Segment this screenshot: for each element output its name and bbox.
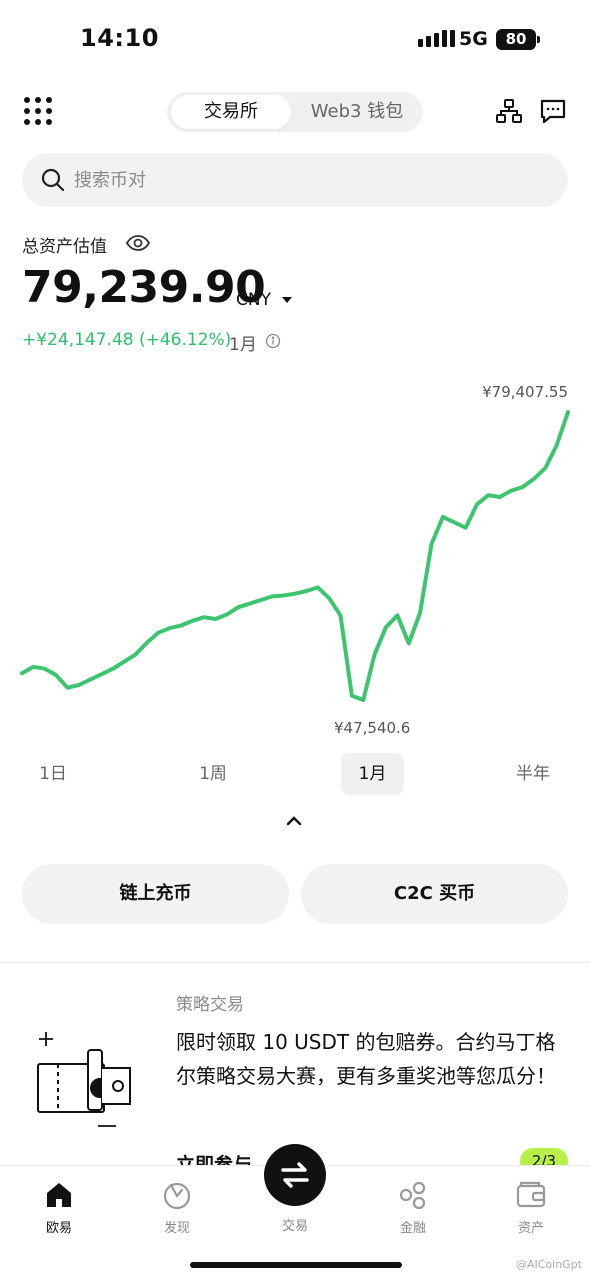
hierarchy-icon[interactable] (494, 96, 524, 126)
c2c-buy-button[interactable]: C2C 买币 (301, 864, 568, 924)
promo-category: 策略交易 (176, 995, 244, 1015)
section-divider (0, 962, 590, 963)
account-mode-switch: 交易所 Web3 钱包 (167, 92, 423, 132)
home-icon (47, 1183, 71, 1207)
pnl-value: +¥24,147.48 (+46.12%) (22, 330, 232, 350)
info-icon[interactable] (265, 333, 281, 349)
pnl-period: 1月 (229, 335, 257, 355)
trade-swap-button[interactable] (264, 1144, 326, 1206)
nav-label: 资产 (517, 1221, 544, 1236)
network-label: 5G (459, 28, 488, 50)
grid-menu-icon[interactable] (24, 97, 52, 125)
coupon-illustration-icon (37, 1032, 131, 1127)
asset-line-chart (20, 410, 570, 702)
total-assets-value: 79,239.90 (22, 262, 266, 313)
nav-label: 欧易 (45, 1221, 72, 1236)
promo-text[interactable]: 限时领取 10 USDT 的包赔券。合约马丁格尔策略交易大赛，更有多重奖池等您瓜… (176, 1025, 572, 1093)
nav-trade-label: 交易 (281, 1219, 308, 1234)
nav-finance[interactable]: 金融 (373, 1178, 453, 1236)
search-icon (41, 168, 65, 192)
range-1w[interactable]: 1周 (190, 753, 236, 795)
currency-selector[interactable]: CNY (236, 290, 271, 310)
chart-series-line (20, 410, 570, 702)
wallet-icon (516, 1181, 546, 1208)
total-assets-label: 总资产估值 (22, 237, 107, 257)
range-1d[interactable]: 1日 (30, 753, 76, 795)
discover-icon (163, 1182, 191, 1210)
tab-web3-wallet[interactable]: Web3 钱包 (295, 95, 419, 129)
tab-exchange[interactable]: 交易所 (171, 95, 291, 129)
search-bar[interactable] (22, 153, 568, 207)
nav-assets[interactable]: 资产 (491, 1178, 571, 1236)
nav-label: 发现 (163, 1221, 190, 1236)
chevron-up-icon[interactable] (285, 814, 303, 828)
signal-icon (418, 30, 455, 47)
chart-min-label: ¥47,540.6 (334, 719, 411, 737)
battery-indicator: 80 (496, 29, 540, 50)
onchain-deposit-button[interactable]: 链上充币 (22, 864, 289, 924)
range-1m[interactable]: 1月 (341, 753, 404, 795)
watermark: @AICoinGpt (515, 1258, 582, 1271)
eye-icon[interactable] (126, 233, 150, 253)
home-indicator (190, 1262, 402, 1268)
status-time: 14:10 (80, 24, 159, 52)
chat-icon[interactable] (538, 96, 568, 126)
nav-label: 金融 (399, 1221, 426, 1236)
nav-discover[interactable]: 发现 (137, 1178, 217, 1236)
nav-okx-home[interactable]: 欧易 (19, 1178, 99, 1236)
swap-icon (281, 1162, 309, 1188)
finance-icon (399, 1181, 426, 1210)
caret-down-icon[interactable] (282, 297, 292, 303)
range-6m[interactable]: 半年 (506, 753, 560, 795)
search-input[interactable] (74, 153, 554, 207)
